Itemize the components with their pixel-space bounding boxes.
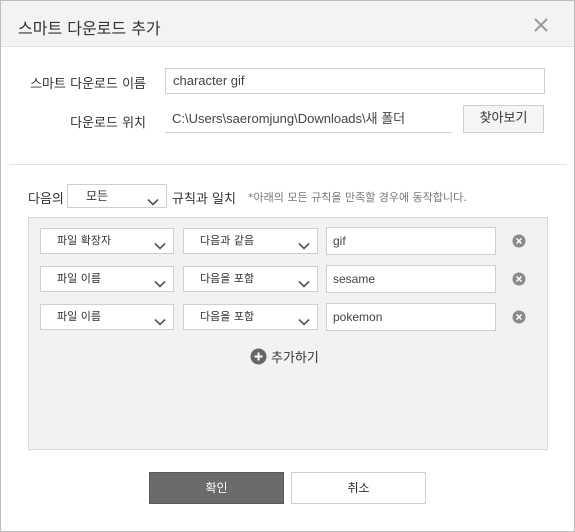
chevron-down-icon: [154, 274, 166, 288]
rules-panel: 파일 확장자 다음과 같음 gif 파일 이름 다음을 포함 sesame 파일…: [28, 217, 548, 450]
smart-download-dialog: 스마트 다운로드 추가 스마트 다운로드 이름 character gif 다운…: [0, 0, 575, 532]
match-note: *아래의 모든 규칙을 만족할 경우에 동작합니다.: [248, 191, 467, 204]
chevron-down-icon: [154, 236, 166, 250]
location-label: 다운로드 위치: [70, 116, 146, 131]
rule-field-select[interactable]: 파일 이름: [40, 266, 174, 292]
rule-condition-value: 다음을 포함: [200, 310, 255, 323]
remove-rule-icon[interactable]: [512, 272, 526, 286]
chevron-down-icon: [154, 312, 166, 326]
rule-condition-value: 다음을 포함: [200, 272, 255, 285]
chevron-down-icon: [298, 274, 310, 288]
match-mode-value: 모든: [86, 189, 109, 203]
location-input[interactable]: C:\Users\saeromjung\Downloads\새 폴더: [165, 107, 452, 133]
name-input[interactable]: character gif: [165, 68, 545, 94]
rule-condition-select[interactable]: 다음을 포함: [183, 304, 318, 330]
name-label: 스마트 다운로드 이름: [30, 77, 146, 92]
rule-field-value: 파일 확장자: [57, 234, 112, 247]
rule-field-select[interactable]: 파일 확장자: [40, 228, 174, 254]
match-prefix: 다음의: [28, 192, 64, 207]
rule-value-input[interactable]: gif: [326, 227, 496, 255]
rule-condition-select[interactable]: 다음을 포함: [183, 266, 318, 292]
rule-field-value: 파일 이름: [57, 272, 101, 285]
rule-condition-select[interactable]: 다음과 같음: [183, 228, 318, 254]
chevron-down-icon: [298, 236, 310, 250]
cancel-button[interactable]: 취소: [291, 472, 426, 504]
plus-circle-icon: [250, 348, 267, 365]
rule-condition-value: 다음과 같음: [200, 234, 255, 247]
remove-rule-icon[interactable]: [512, 310, 526, 324]
divider: [9, 164, 567, 165]
add-rule-label: 추가하기: [271, 350, 319, 366]
chevron-down-icon: [298, 312, 310, 326]
rule-value-input[interactable]: pokemon: [326, 303, 496, 331]
rule-field-select[interactable]: 파일 이름: [40, 304, 174, 330]
ok-button[interactable]: 확인: [149, 472, 284, 504]
rule-value-input[interactable]: sesame: [326, 265, 496, 293]
remove-rule-icon[interactable]: [512, 234, 526, 248]
title-bar: 스마트 다운로드 추가: [1, 1, 574, 47]
close-icon[interactable]: [531, 15, 551, 35]
rule-field-value: 파일 이름: [57, 310, 101, 323]
add-rule-button[interactable]: 추가하기: [250, 346, 319, 366]
browse-button[interactable]: 찾아보기: [463, 105, 544, 133]
match-suffix: 규칙과 일치: [172, 192, 236, 207]
match-mode-select[interactable]: 모든: [67, 184, 167, 208]
chevron-down-icon: [147, 192, 159, 206]
dialog-title: 스마트 다운로드 추가: [18, 19, 161, 38]
